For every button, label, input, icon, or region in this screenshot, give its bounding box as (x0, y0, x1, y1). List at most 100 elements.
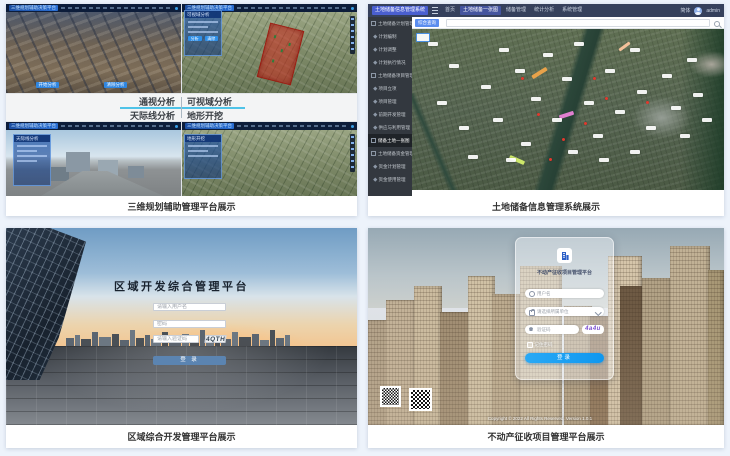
map-point-marker (537, 113, 540, 116)
sidebar-item[interactable]: 项目立项 (368, 82, 412, 95)
map-toolbar-icons[interactable] (350, 134, 355, 172)
username-input[interactable] (525, 289, 604, 298)
sidebar-item[interactable]: 土地储备资金管理 (368, 147, 412, 160)
map-label-chip (574, 42, 584, 46)
user-avatar[interactable] (694, 7, 702, 15)
parcel-highlight[interactable] (618, 42, 630, 52)
remember-me-row[interactable]: 记住密码 (527, 342, 553, 348)
sidebar-item-label: 计划执行情况 (379, 60, 406, 66)
person-icon (529, 291, 535, 297)
coordinate-readout (61, 7, 172, 9)
quadrant-viewshed-analysis[interactable]: 三维规划辅助决策平台 可视域分析 分析 清除 (182, 4, 357, 93)
map-label-chip (506, 158, 516, 162)
sidebar-item[interactable]: 供应与利用管理 (368, 121, 412, 134)
help-icon[interactable] (175, 125, 178, 128)
quadrant-skyline-analysis[interactable]: 三维规划辅助决策平台 天际线分析 (6, 122, 181, 196)
map-toolbar-icons[interactable] (350, 16, 355, 54)
quadrant-titlebar: 三维规划辅助决策平台 (6, 122, 181, 130)
quadrant-title: 三维规划辅助决策平台 (185, 123, 234, 129)
language-switch[interactable]: 简体 (680, 7, 690, 14)
map-label-chip (693, 93, 703, 97)
map-label-chip (543, 53, 553, 57)
satellite-map[interactable] (412, 29, 724, 190)
search-icon[interactable] (714, 21, 720, 27)
aerial-map-view[interactable] (6, 12, 181, 93)
sidebar-item[interactable]: 储备土地一张图 (368, 134, 412, 147)
quadrant-los-analysis[interactable]: 三维规划辅助决策平台 开始分析 清除分析 (6, 4, 181, 93)
panel-caption: 三维规划辅助管理平台展示 (6, 196, 357, 216)
sidebar-item[interactable]: 资金使用管理 (368, 173, 412, 186)
query-type-chip[interactable]: 综合查询 (415, 19, 439, 27)
sidebar-item-label: 前期开发管理 (379, 112, 406, 118)
analysis-panel-title: 地形开挖 (185, 135, 221, 142)
sidebar-item[interactable]: 项目管理 (368, 95, 412, 108)
panel-land-reserve: 土地储备信息管理系统 首页土地储备一张图储备管理统计分析系统管理 简体 admi… (368, 4, 724, 216)
folder-icon (371, 151, 376, 156)
sidebar-item[interactable]: 土地储备计划管理 (368, 17, 412, 30)
login-form: 区域开发综合管理平台 4QTH 登 录 (6, 228, 357, 425)
unit-select[interactable] (525, 307, 604, 316)
clear-analysis-button[interactable]: 清除分析 (104, 82, 127, 88)
sidebar-item-label: 项目管理 (379, 99, 397, 105)
map-label-chip (702, 118, 712, 122)
parcel-highlight[interactable] (531, 67, 548, 79)
panel-run-button[interactable]: 分析 (188, 36, 202, 41)
panel-caption: 土地储备信息管理系统展示 (368, 196, 724, 216)
quadrant-title: 三维规划辅助决策平台 (9, 5, 58, 11)
buildings (66, 152, 91, 172)
sidebar-item[interactable]: 计划执行情况 (368, 56, 412, 69)
nav-item[interactable]: 首页 (442, 6, 458, 15)
map-label-chip (646, 126, 656, 130)
sidebar-item[interactable]: 前期开发管理 (368, 108, 412, 121)
map-label-chip (615, 110, 625, 114)
folder-icon (371, 138, 376, 143)
help-icon[interactable] (351, 7, 354, 10)
map-label-chip (449, 64, 459, 68)
map-label-chip (605, 69, 615, 73)
map-label-chip (515, 69, 525, 73)
panel-expropriation: 不动产征收项目管理平台 4a4u 记住密码 登录 Copyright © 202… (368, 228, 724, 448)
folder-icon (373, 87, 377, 91)
layer-control-button[interactable] (416, 33, 430, 42)
captcha-input[interactable] (525, 325, 579, 334)
captcha-input[interactable] (153, 335, 199, 343)
captcha-image[interactable]: 4a4u (582, 325, 604, 334)
coordinate-readout (237, 7, 348, 9)
sidebar-item[interactable]: 土地储备项目管理 (368, 69, 412, 82)
map-label-chip (468, 155, 478, 159)
login-button[interactable]: 登录 (525, 353, 604, 363)
nav-item[interactable]: 统计分析 (531, 6, 557, 15)
platform-title: 不动产征收项目管理平台 (516, 269, 613, 276)
map-label-chip (671, 106, 681, 110)
sidebar-item[interactable]: 计划调整 (368, 43, 412, 56)
status-strip (412, 190, 724, 196)
folder-icon (373, 126, 377, 130)
search-input[interactable] (446, 19, 710, 27)
folder-icon (373, 35, 377, 39)
sidebar-item-label: 计划编制 (379, 34, 397, 40)
folder-icon (373, 61, 377, 65)
panel-clear-button[interactable]: 清除 (205, 36, 219, 41)
sidebar-item[interactable]: 资金计划管理 (368, 160, 412, 173)
password-input[interactable] (153, 320, 226, 328)
menu-icon[interactable] (432, 7, 438, 14)
nav-item[interactable]: 系统管理 (559, 6, 585, 15)
username-input[interactable] (153, 303, 226, 311)
remember-checkbox[interactable] (527, 342, 533, 348)
expropriation-screenshot: 不动产征收项目管理平台 4a4u 记住密码 登录 Copyright © 202… (368, 228, 724, 425)
help-icon[interactable] (351, 125, 354, 128)
nav-item[interactable]: 储备管理 (503, 6, 529, 15)
captcha-image[interactable]: 4QTH (204, 335, 226, 343)
map-label-chip (680, 134, 690, 138)
folder-icon (373, 100, 377, 104)
login-button[interactable]: 登 录 (153, 356, 226, 365)
sidebar-item[interactable]: 计划编制 (368, 30, 412, 43)
3d-planning-screenshot: 三维规划辅助决策平台 开始分析 清除分析 三维规划辅助决策平台 (6, 4, 357, 196)
nav-item[interactable]: 土地储备一张图 (460, 6, 501, 15)
help-icon[interactable] (175, 7, 178, 10)
quadrant-terrain-excavation[interactable]: 三维规划辅助决策平台 地形开挖 (182, 122, 357, 196)
map-point-marker (646, 101, 649, 104)
start-analysis-button[interactable]: 开始分析 (36, 82, 59, 88)
panel-regional-dev: 区域开发综合管理平台 4QTH 登 录 区域综合开发管理平台展示 (6, 228, 357, 448)
quadrant-titlebar: 三维规划辅助决策平台 (6, 4, 181, 12)
